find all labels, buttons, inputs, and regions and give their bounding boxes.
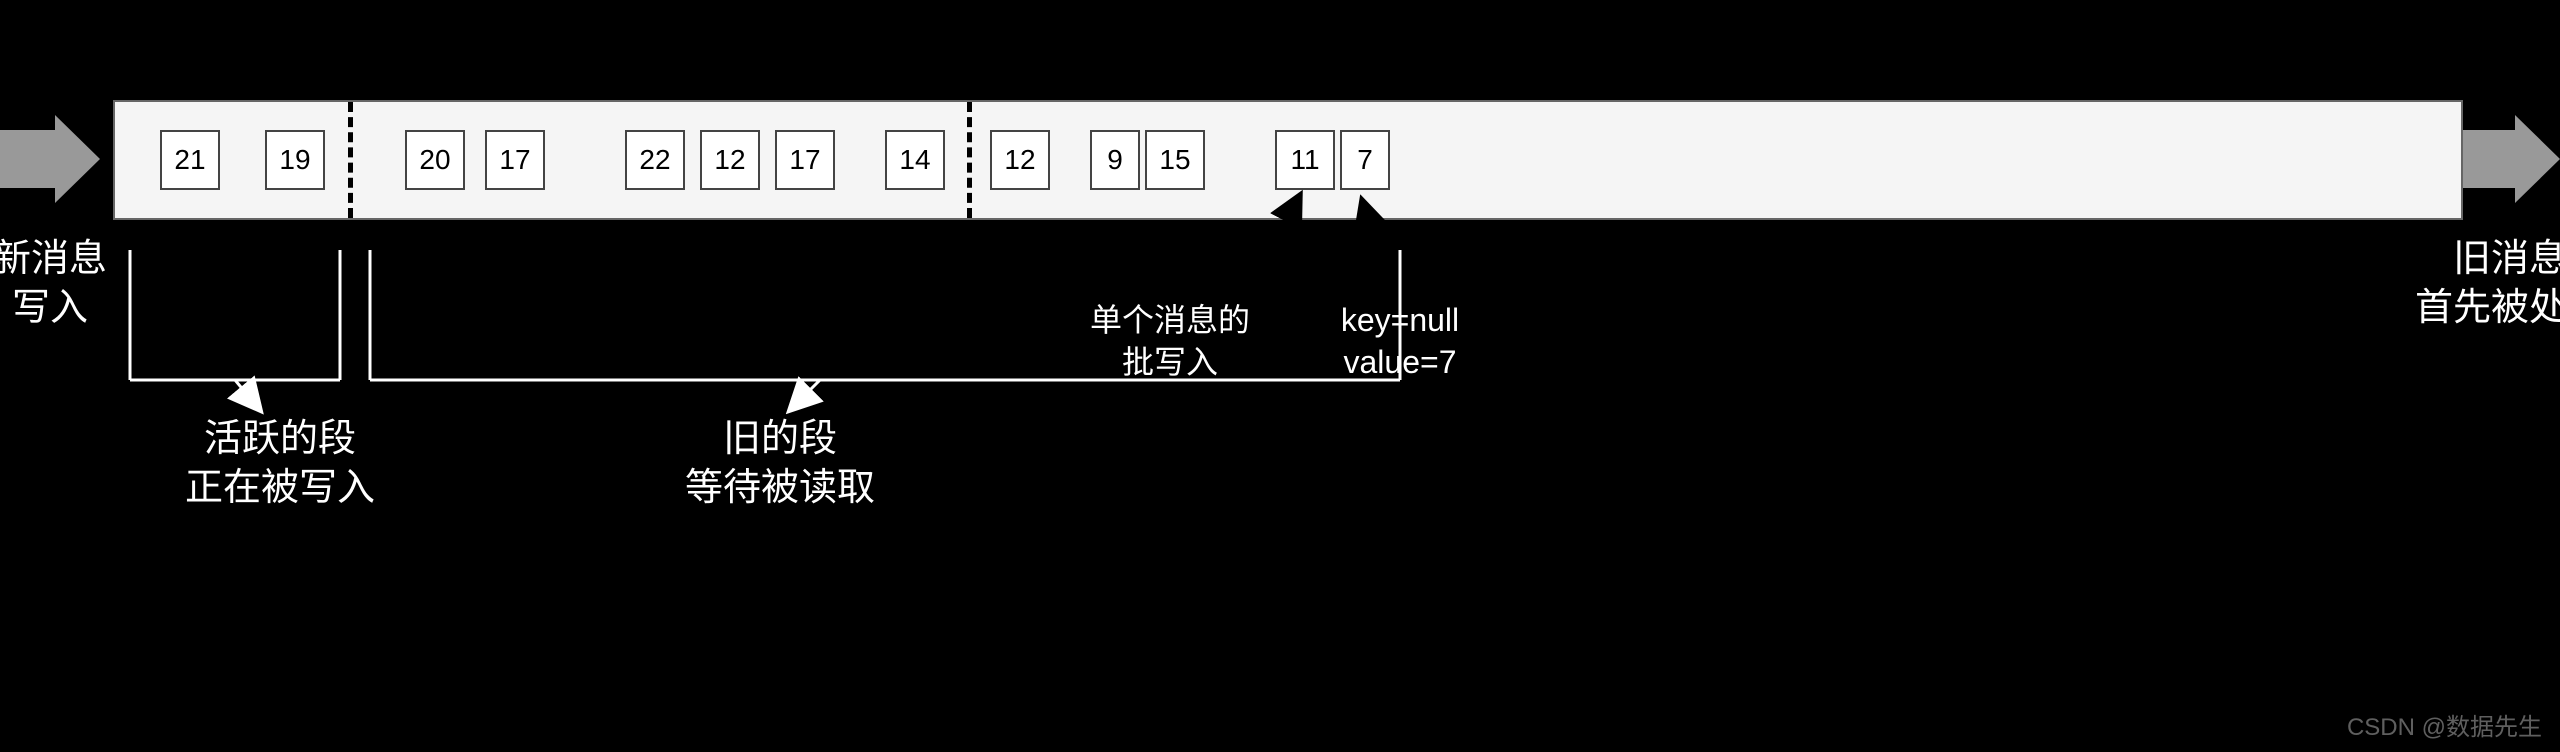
watermark: CSDN @数据先生 [2347, 707, 2542, 742]
label-text: 正在被写入 [80, 464, 480, 513]
queue-cell: 11 [1275, 130, 1335, 190]
label-text: key=null [1290, 300, 1510, 342]
segment-divider [348, 102, 353, 218]
label-new-message: 新消息 写入 [0, 235, 250, 334]
label-old-segment: 旧的段 等待被读取 [580, 415, 980, 514]
label-active-segment: 活跃的段 正在被写入 [80, 415, 480, 514]
queue-cell: 12 [700, 130, 760, 190]
queue-cell: 12 [990, 130, 1050, 190]
label-text: 旧的段 [580, 415, 980, 464]
queue-cell: 9 [1090, 130, 1140, 190]
queue-box: 21 19 20 17 22 12 17 14 12 9 15 11 7 [113, 100, 2463, 220]
label-text: 批写入 [1040, 342, 1300, 384]
label-key-value: key=null value=7 [1290, 300, 1510, 383]
label-text: 旧消息 [2310, 235, 2560, 284]
queue-cell: 7 [1340, 130, 1390, 190]
queue-cell: 22 [625, 130, 685, 190]
arrow-in-icon [0, 115, 100, 203]
queue-cell: 21 [160, 130, 220, 190]
segment-divider [967, 102, 972, 218]
queue-cell: 19 [265, 130, 325, 190]
label-text: value=7 [1290, 342, 1510, 384]
label-old-message: 旧消息 首先被处理 [2310, 235, 2560, 334]
queue-cell: 14 [885, 130, 945, 190]
queue-cell: 17 [775, 130, 835, 190]
arrow-out-icon [2460, 115, 2560, 203]
label-batch-write: 单个消息的 批写入 [1040, 300, 1300, 383]
queue-cell: 20 [405, 130, 465, 190]
queue-cell: 17 [485, 130, 545, 190]
label-text: 首先被处理 [2310, 284, 2560, 333]
label-text: 新消息 [0, 235, 250, 284]
label-text: 写入 [0, 284, 250, 333]
label-text: 单个消息的 [1040, 300, 1300, 342]
queue-cell: 15 [1145, 130, 1205, 190]
label-text: 等待被读取 [580, 464, 980, 513]
label-text: 活跃的段 [80, 415, 480, 464]
